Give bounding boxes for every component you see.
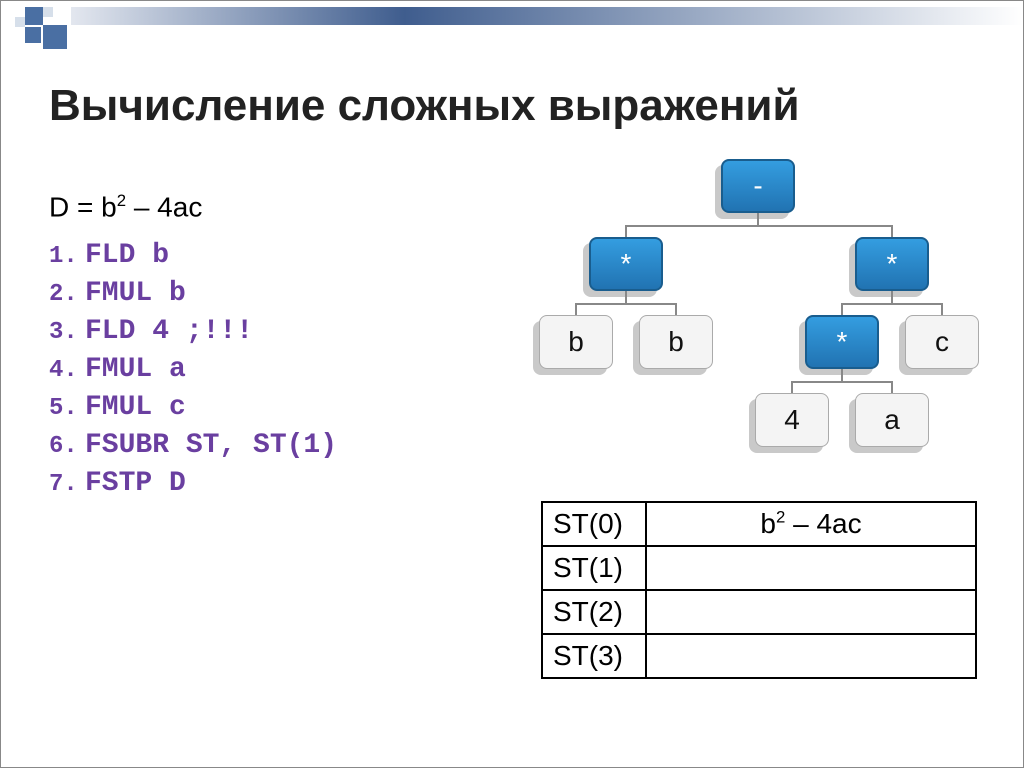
- formula: D = b2 – 4ac: [49, 191, 519, 223]
- corner-decoration: [7, 7, 69, 45]
- table-row: ST(3): [542, 634, 976, 678]
- tree-node-4: 4: [755, 393, 829, 447]
- tree-node-c: c: [905, 315, 979, 369]
- code-line: FSUBR ST, ST(1): [49, 427, 519, 461]
- stack-label: ST(2): [542, 590, 646, 634]
- stack-label: ST(1): [542, 546, 646, 590]
- code-list: FLD b FMUL b FLD 4 ;!!! FMUL a FMUL c FS…: [49, 237, 519, 499]
- tree-node-root: -: [721, 159, 795, 213]
- tree-node-mul-left: *: [589, 237, 663, 291]
- stack-value: [646, 546, 976, 590]
- slide-title: Вычисление сложных выражений: [49, 81, 800, 131]
- formula-prefix: D = b: [49, 191, 117, 222]
- expression-tree: - * * b b * c 4 a: [541, 149, 1001, 479]
- stack-value-inner: b2 – 4ac: [760, 508, 861, 539]
- tree-node-mul-right: *: [855, 237, 929, 291]
- formula-sup: 2: [117, 191, 126, 210]
- code-line: FMUL c: [49, 389, 519, 423]
- slide: Вычисление сложных выражений D = b2 – 4a…: [0, 0, 1024, 768]
- formula-rest: – 4ac: [126, 191, 202, 222]
- table-row: ST(2): [542, 590, 976, 634]
- code-line: FMUL b: [49, 275, 519, 309]
- code-line: FLD 4 ;!!!: [49, 313, 519, 347]
- stack-table: ST(0) b2 – 4ac ST(1) ST(2) ST(3): [541, 501, 977, 679]
- table-row: ST(0) b2 – 4ac: [542, 502, 976, 546]
- stack-value: [646, 590, 976, 634]
- code-line: FMUL a: [49, 351, 519, 385]
- table-row: ST(1): [542, 546, 976, 590]
- stack-value: [646, 634, 976, 678]
- code-line: FSTP D: [49, 465, 519, 499]
- stack-label: ST(3): [542, 634, 646, 678]
- header-gradient: [71, 7, 1023, 25]
- tree-node-mul-inner: *: [805, 315, 879, 369]
- code-line: FLD b: [49, 237, 519, 271]
- tree-node-a: a: [855, 393, 929, 447]
- left-column: D = b2 – 4ac FLD b FMUL b FLD 4 ;!!! FMU…: [49, 191, 519, 503]
- tree-node-b2: b: [639, 315, 713, 369]
- tree-node-b1: b: [539, 315, 613, 369]
- stack-label: ST(0): [542, 502, 646, 546]
- stack-value: b2 – 4ac: [646, 502, 976, 546]
